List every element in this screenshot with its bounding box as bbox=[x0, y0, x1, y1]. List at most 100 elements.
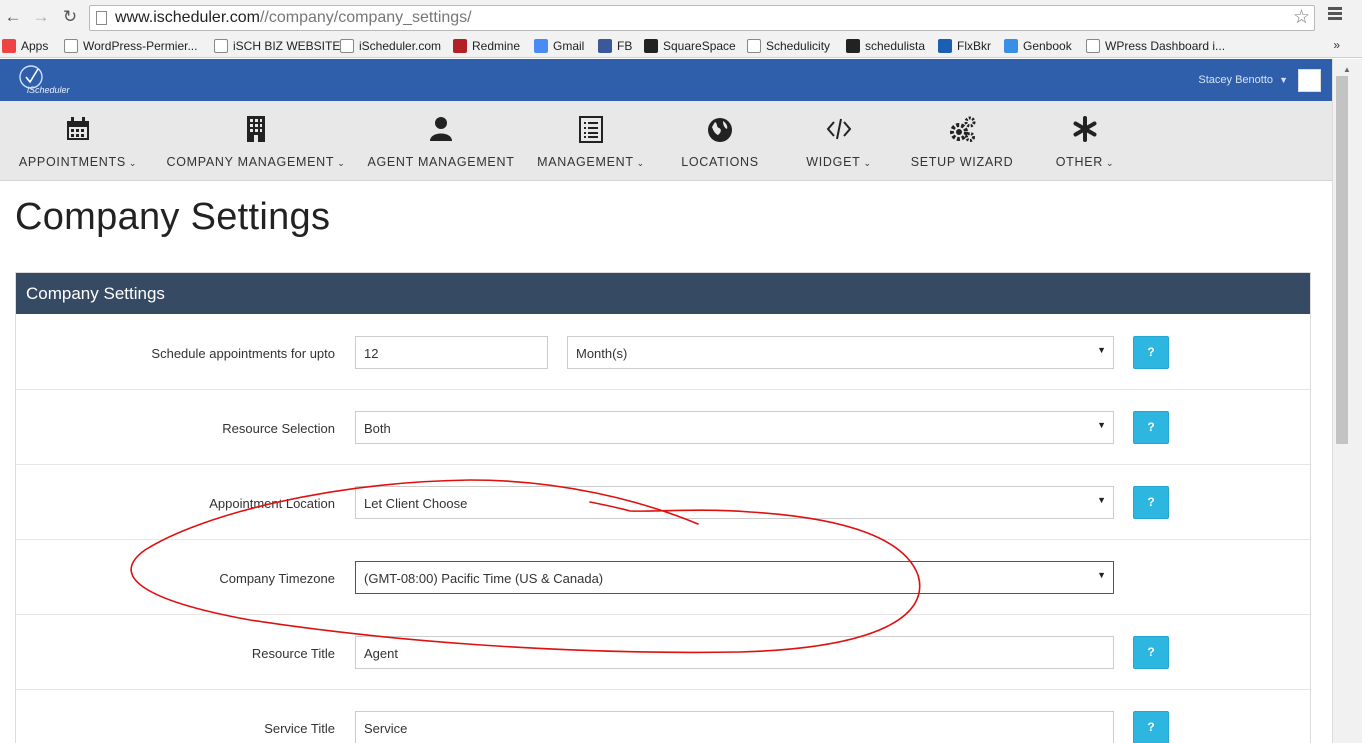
nav-management[interactable]: MANAGEMENT ⌄ bbox=[533, 101, 649, 181]
wordpress-icon bbox=[1086, 39, 1100, 53]
calendar-icon bbox=[67, 117, 89, 140]
scrollbar-thumb[interactable] bbox=[1336, 76, 1348, 444]
bookmark-label: schedulista bbox=[865, 39, 926, 53]
bookmark-apps[interactable]: Apps bbox=[2, 38, 48, 54]
page-icon bbox=[64, 39, 78, 53]
squarespace-icon bbox=[644, 39, 658, 53]
nav-setup-wizard[interactable]: SETUP WIZARD bbox=[905, 101, 1019, 181]
bookmark-label: WordPress-Permier... bbox=[83, 39, 198, 53]
bookmark-ischeduler-com[interactable]: iScheduler.com bbox=[340, 38, 441, 54]
asterisk-icon bbox=[1073, 116, 1097, 142]
schedule-upto-input[interactable]: 12 bbox=[355, 336, 548, 369]
help-button[interactable]: ? bbox=[1133, 636, 1169, 669]
bookmark-label: WPress Dashboard i... bbox=[1105, 39, 1226, 53]
field-label: Schedule appointments for upto bbox=[151, 346, 335, 361]
bookmark-squarespace[interactable]: SquareSpace bbox=[644, 38, 736, 54]
scrollbar[interactable]: ▲ bbox=[1332, 59, 1362, 743]
nav-label: SETUP WIZARD bbox=[910, 155, 1014, 169]
settings-row-resource-selection: Resource Selection Both ▼? bbox=[16, 390, 1310, 465]
browser-toolbar: ← → ↻ www.ischeduler.com//company/compan… bbox=[0, 0, 1362, 36]
page-title: Company Settings bbox=[15, 196, 331, 238]
dropdown-arrow-icon: ▼ bbox=[1097, 495, 1106, 505]
address-bar[interactable]: www.ischeduler.com//company/company_sett… bbox=[89, 5, 1315, 31]
field-label: Resource Title bbox=[251, 646, 335, 661]
bookmark-wpress-dashboard-i[interactable]: WPress Dashboard i... bbox=[1086, 38, 1225, 54]
bookmark-label: Gmail bbox=[553, 39, 585, 53]
help-button[interactable]: ? bbox=[1133, 336, 1169, 369]
bookmark-genbook[interactable]: Genbook bbox=[1004, 38, 1072, 54]
list-icon bbox=[579, 116, 603, 143]
reload-icon[interactable]: ↻ bbox=[59, 6, 81, 28]
bookmark-isch-biz-website[interactable]: iSCH BIZ WEBSITE bbox=[214, 38, 340, 54]
help-button[interactable]: ? bbox=[1133, 711, 1169, 743]
schedule-unit-select[interactable]: Month(s) ▼ bbox=[567, 336, 1114, 369]
settings-panel: Company Settings Schedule appointments f… bbox=[15, 272, 1311, 743]
company-timezone-select[interactable]: (GMT-08:00) Pacific Time (US & Canada) ▼ bbox=[355, 561, 1114, 594]
settings-row-company-timezone: Company Timezone (GMT-08:00) Pacific Time… bbox=[16, 540, 1310, 615]
user-menu[interactable]: Stacey Benotto ▼ bbox=[1198, 74, 1288, 86]
service-title-input[interactable]: Service bbox=[355, 711, 1114, 743]
bookmark-schedulicity[interactable]: Schedulicity bbox=[747, 38, 830, 54]
settings-row-schedule-appointments-for-upto: Schedule appointments for upto 12 Month(s)… bbox=[16, 315, 1310, 390]
bookmark-fb[interactable]: FB bbox=[598, 38, 632, 54]
panel-header: Company Settings bbox=[16, 273, 1310, 314]
browser-menu-icon[interactable] bbox=[1328, 7, 1342, 21]
resource-selection-select[interactable]: Both ▼ bbox=[355, 411, 1114, 444]
chevron-down-icon: ⌄ bbox=[863, 158, 872, 168]
google-icon bbox=[534, 39, 548, 53]
resource-title-input[interactable]: Agent bbox=[355, 636, 1114, 669]
page-icon bbox=[96, 11, 107, 25]
scroll-up-icon[interactable]: ▲ bbox=[1343, 65, 1351, 74]
schedulista-icon bbox=[846, 39, 860, 53]
nav-appointments[interactable]: APPOINTMENTS ⌄ bbox=[17, 101, 139, 181]
globe-icon bbox=[708, 118, 732, 142]
redmine-icon bbox=[453, 39, 467, 53]
nav-label: WIDGET ⌄ bbox=[806, 155, 872, 169]
appointment-location-select[interactable]: Let Client Choose ▼ bbox=[355, 486, 1114, 519]
logo-text: iScheduler bbox=[27, 85, 71, 95]
nav-agent-management[interactable]: AGENT MANAGEMENT bbox=[365, 101, 517, 181]
ischeduler-icon bbox=[340, 39, 354, 53]
bookmark-schedulista[interactable]: schedulista bbox=[846, 38, 925, 54]
chevron-down-icon: ⌄ bbox=[128, 158, 138, 168]
address-url: www.ischeduler.com//company/company_sett… bbox=[115, 9, 472, 26]
ischeduler-logo[interactable]: iScheduler bbox=[17, 63, 79, 95]
field-label: Resource Selection bbox=[222, 421, 335, 436]
avatar[interactable] bbox=[1298, 69, 1321, 92]
bookmark-label: Redmine bbox=[472, 39, 521, 53]
apps-grid-icon bbox=[2, 39, 16, 53]
bookmark-gmail[interactable]: Gmail bbox=[534, 38, 584, 54]
dropdown-arrow-icon: ▼ bbox=[1097, 345, 1106, 355]
chevron-down-icon: ⌄ bbox=[636, 158, 645, 168]
bookmark-label: SquareSpace bbox=[663, 39, 736, 53]
bookmark-star-icon[interactable]: ☆ bbox=[1293, 6, 1310, 29]
bookmark-wordpress-permier[interactable]: WordPress-Permier... bbox=[64, 38, 197, 54]
app-header: iScheduler Stacey Benotto ▼ bbox=[0, 59, 1332, 101]
nav-other[interactable]: OTHER ⌄ bbox=[1045, 101, 1125, 181]
bookmark-label: Schedulicity bbox=[766, 39, 831, 53]
nav-company-management[interactable]: COMPANY MANAGEMENT ⌄ bbox=[165, 101, 347, 181]
nav-label: OTHER ⌄ bbox=[1055, 155, 1115, 169]
nav-locations[interactable]: LOCATIONS bbox=[671, 101, 769, 181]
nav-label: MANAGEMENT ⌄ bbox=[537, 155, 645, 169]
help-button[interactable]: ? bbox=[1133, 486, 1169, 519]
settings-row-resource-title: Resource Title Agent? bbox=[16, 615, 1310, 690]
back-arrow-icon[interactable]: ← bbox=[2, 6, 24, 28]
help-button[interactable]: ? bbox=[1133, 411, 1169, 444]
bookmark-label: FlxBkr bbox=[957, 39, 991, 53]
chevron-down-icon: ⌄ bbox=[1106, 158, 1115, 168]
nav-label: COMPANY MANAGEMENT ⌄ bbox=[166, 155, 346, 169]
settings-row-appointment-location: Appointment Location Let Client Choose ▼? bbox=[16, 465, 1310, 540]
bookmarks-overflow-button[interactable]: » bbox=[1333, 38, 1340, 52]
bookmark-label: iScheduler.com bbox=[359, 39, 442, 53]
bookmark-redmine[interactable]: Redmine bbox=[453, 38, 520, 54]
main-nav: APPOINTMENTS ⌄ COMPANY MANAGEMENT ⌄ AGENT MA… bbox=[0, 101, 1332, 181]
panel-title: Company Settings bbox=[26, 284, 165, 303]
nav-widget[interactable]: WIDGET ⌄ bbox=[797, 101, 881, 181]
nav-label: AGENT MANAGEMENT bbox=[367, 155, 515, 169]
dropdown-arrow-icon: ▼ bbox=[1097, 570, 1106, 580]
bookmark-flxbkr[interactable]: FlxBkr bbox=[938, 38, 991, 54]
dropdown-arrow-icon: ▼ bbox=[1097, 420, 1106, 430]
user-icon bbox=[430, 117, 452, 141]
forward-arrow-icon[interactable]: → bbox=[30, 6, 52, 28]
